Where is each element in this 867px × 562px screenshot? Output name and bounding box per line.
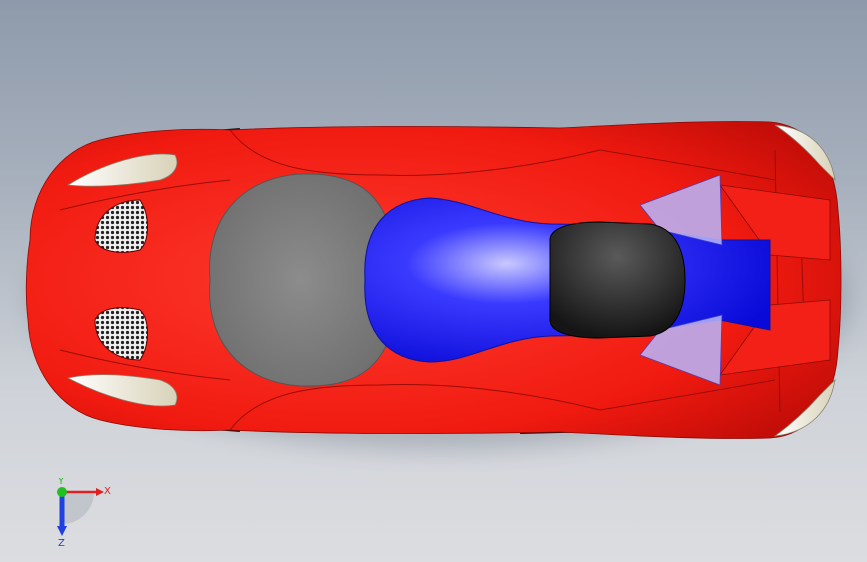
coordinate-triad[interactable]: X Y Z (44, 478, 114, 548)
car-model[interactable] (0, 0, 867, 562)
z-axis-label: Z (58, 538, 65, 548)
x-axis-arrow-icon (96, 488, 104, 496)
engine-cover (549, 221, 686, 339)
graphics-viewport[interactable]: X Y Z (0, 0, 867, 562)
y-axis-label: Y (57, 478, 65, 487)
y-axis-dot-icon (57, 487, 67, 497)
x-axis-label: X (104, 486, 111, 497)
z-axis-arrow-icon (57, 526, 67, 536)
triad-quarter-arc (62, 492, 94, 524)
